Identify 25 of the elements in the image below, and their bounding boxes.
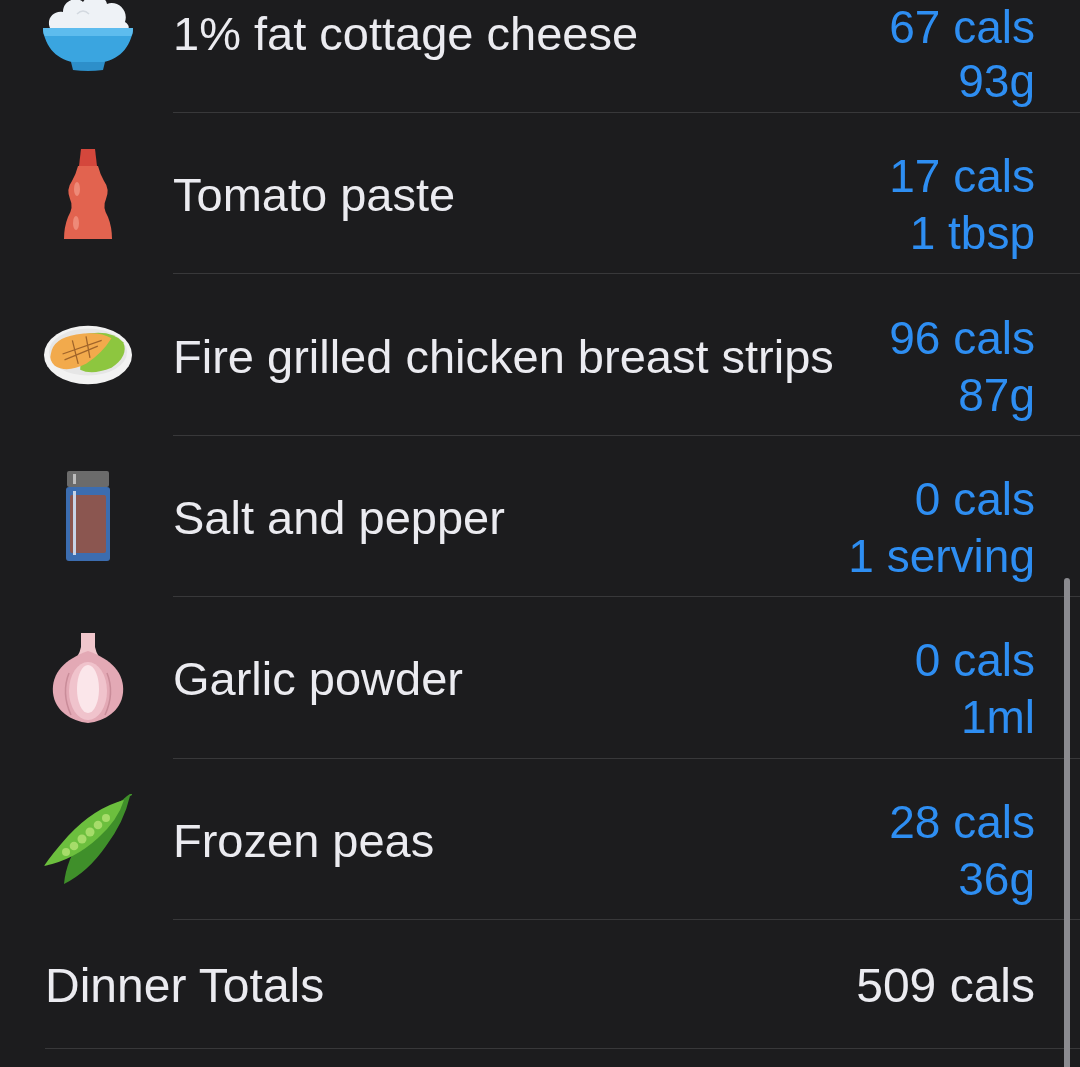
food-name: Salt and pepper <box>173 489 505 545</box>
pea-pod-icon <box>44 794 132 885</box>
calorie-count: 17 cals <box>889 149 1035 205</box>
calorie-count: 96 cals <box>889 310 1035 366</box>
totals-calories: 509 cals <box>856 957 1035 1013</box>
serving-amount: 87g <box>958 367 1035 423</box>
calorie-count: 0 cals <box>914 471 1035 527</box>
totals-label: Dinner Totals <box>45 957 325 1013</box>
food-name: Garlic powder <box>173 651 463 707</box>
calorie-count: 67 cals <box>889 0 1035 54</box>
food-name: Tomato paste <box>173 167 456 223</box>
serving-amount: 1ml <box>960 690 1035 746</box>
food-name: 1% fat cottage cheese <box>173 5 639 61</box>
serving-amount: 1 tbsp <box>909 206 1035 262</box>
calorie-count: 0 cals <box>914 633 1035 689</box>
food-name: Frozen peas <box>173 812 435 868</box>
sauce-bottle-icon <box>64 148 112 239</box>
calorie-count: 28 cals <box>889 794 1035 850</box>
serving-amount: 93g <box>958 54 1035 108</box>
food-name: Fire grilled chicken breast strips <box>173 328 834 384</box>
serving-amount: 1 serving <box>848 528 1035 584</box>
chicken-plate-icon <box>43 324 133 387</box>
spice-jar-icon <box>66 471 110 562</box>
garlic-icon <box>51 632 125 723</box>
serving-amount: 36g <box>958 851 1035 907</box>
